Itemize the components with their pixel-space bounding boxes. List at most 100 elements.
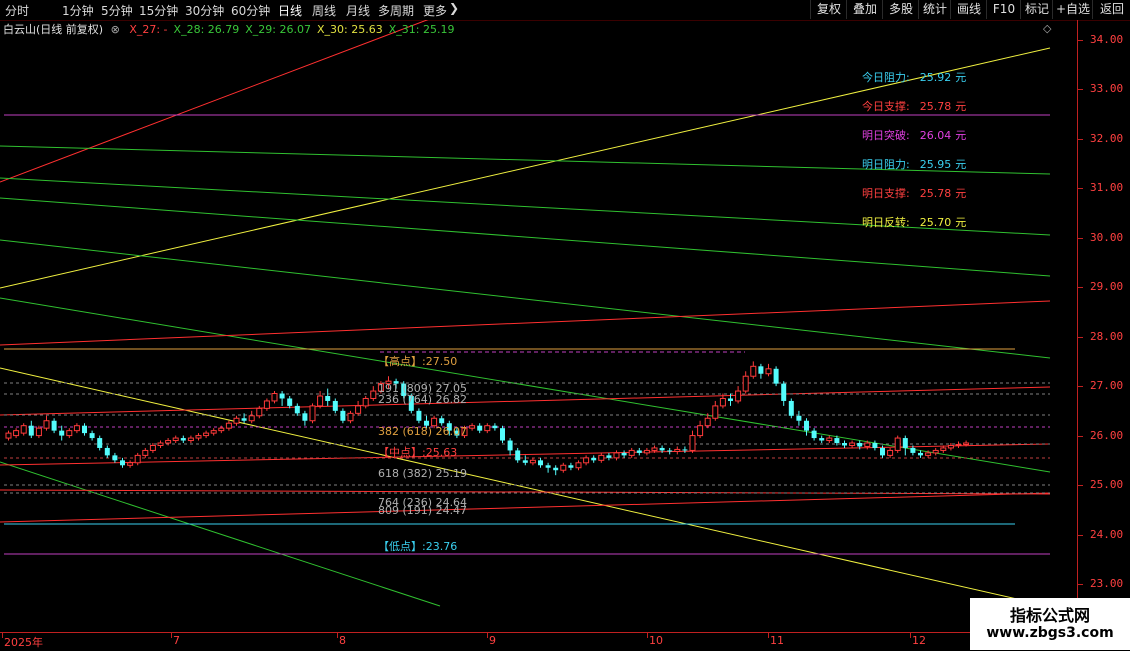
diamond-icon[interactable]: ◇ [1043,22,1051,35]
candle-body [704,417,711,427]
info-row: 明日突破: 26.04 元 [862,127,966,143]
candle-body [834,438,840,444]
back-button[interactable]: 返回 [1092,0,1130,19]
y-tick-label: 32.00 [1090,131,1124,145]
candle-body [233,417,240,424]
candle-body [925,452,932,456]
candle-body [370,390,377,399]
candle-body [826,437,833,442]
candle-body [864,442,871,447]
indicator-value: X_27: - [129,23,168,36]
info-row: 明日阻力: 25.95 元 [862,156,966,172]
fib-label: 【低点】:23.76 [378,540,458,554]
fib-label: 【高点】:27.50 [378,355,458,369]
candle-body [522,460,528,463]
info-label: 明日突破: [862,129,910,142]
info-unit: 元 [955,100,967,113]
info-label: 明日阻力: [862,158,910,171]
candle-body [781,383,787,401]
candle-body [728,398,733,401]
candle-body [492,425,498,429]
settings-icon[interactable]: ⊗ [111,23,120,36]
candle-body [180,438,186,441]
info-value: 26.04 [919,129,952,142]
tab-1min[interactable]: 1分钟 [62,2,94,19]
candle-body [712,405,719,419]
candle-body [553,467,559,471]
info-label: 明日支撑: [862,187,910,200]
tab-5min[interactable]: 5分钟 [101,2,133,19]
y-tick-mark [1078,485,1083,487]
tab-monthly[interactable]: 月线 [346,2,370,19]
more-chevron-icon[interactable]: ❯ [449,1,459,15]
info-unit: 元 [955,216,967,229]
candle-body [66,430,73,437]
y-tick-mark [1078,188,1083,190]
candle-body [340,410,346,421]
trend-line [0,386,1051,416]
candle-body [263,400,270,409]
candle-body [120,460,125,466]
candle-body [910,447,916,453]
candle-body [857,443,863,447]
candle-body [325,396,331,401]
candle-body [674,448,681,452]
statistics-button[interactable]: 统计 [918,0,951,19]
tab-weekly[interactable]: 周线 [312,2,336,19]
add-watchlist-button[interactable]: +自选 [1052,0,1093,19]
candle-body [621,452,627,456]
candle-body [13,430,20,437]
fuquan-button[interactable]: 复权 [810,0,847,19]
indicator-title-row: 白云山(日线 前复权) ⊗ X_27: - X_28: 26.79 X_29: 26… [0,21,1075,37]
info-unit: 元 [955,158,967,171]
candle-body [210,430,217,434]
y-tick-label: 24.00 [1090,527,1124,541]
candle-body [872,443,878,448]
mark-button[interactable]: 标记 [1020,0,1053,19]
tab-more[interactable]: 更多 [423,2,447,19]
info-value: 25.78 [919,100,952,113]
period-toolbar: 分时 1分钟 5分钟 15分钟 30分钟 60分钟 日线 周线 月线 多周期 更… [0,0,1130,21]
candle-body [89,433,95,439]
y-tick-mark [1078,89,1083,91]
x-tick-label: 9 [489,634,496,647]
tab-daily[interactable]: 日线 [278,2,302,19]
candle-body [279,393,285,399]
candle-body [287,398,293,406]
y-tick-mark [1078,237,1083,239]
candle-body [583,457,590,464]
y-tick-label: 33.00 [1090,82,1124,96]
f10-button[interactable]: F10 [986,0,1021,19]
tab-15min[interactable]: 15分钟 [139,2,178,19]
overlay-button[interactable]: 叠加 [846,0,883,19]
candle-body [636,450,642,453]
y-tick-mark [1078,287,1083,289]
multi-stock-button[interactable]: 多股 [882,0,919,19]
candle-body [765,368,772,375]
candle-body [545,465,551,468]
indicator-value: X_30: 25.63 [317,23,383,36]
x-tick-label: 12 [912,634,926,647]
trend-line [0,197,1051,277]
candle-body [149,444,156,451]
x-tick-label: 2025年 [4,636,43,649]
draw-line-button[interactable]: 画线 [950,0,987,19]
tab-60min[interactable]: 60分钟 [231,2,270,19]
tab-30min[interactable]: 30分钟 [185,2,224,19]
candle-body [750,365,757,377]
fib-label: 618 (382) 25.19 [378,466,468,480]
info-value: 25.78 [919,187,952,200]
tab-fenshi[interactable]: 分时 [5,2,29,19]
candle-body [507,440,513,451]
indicator-value: X_29: 26.07 [245,23,311,36]
y-tick-label: 28.00 [1090,329,1124,343]
price-axis: 34.00 33.00 32.00 31.00 30.00 29.00 28.00 27.00… [1077,20,1130,632]
info-row: 今日阻力: 25.92 元 [862,69,966,85]
candle-body [97,438,103,448]
tab-multi-period[interactable]: 多周期 [378,2,414,19]
x-tick-mark [768,633,769,638]
candle-body [529,459,536,464]
y-tick-mark [1078,386,1083,388]
candle-body [157,442,164,446]
indicator-value: X_28: 26.79 [173,23,240,36]
